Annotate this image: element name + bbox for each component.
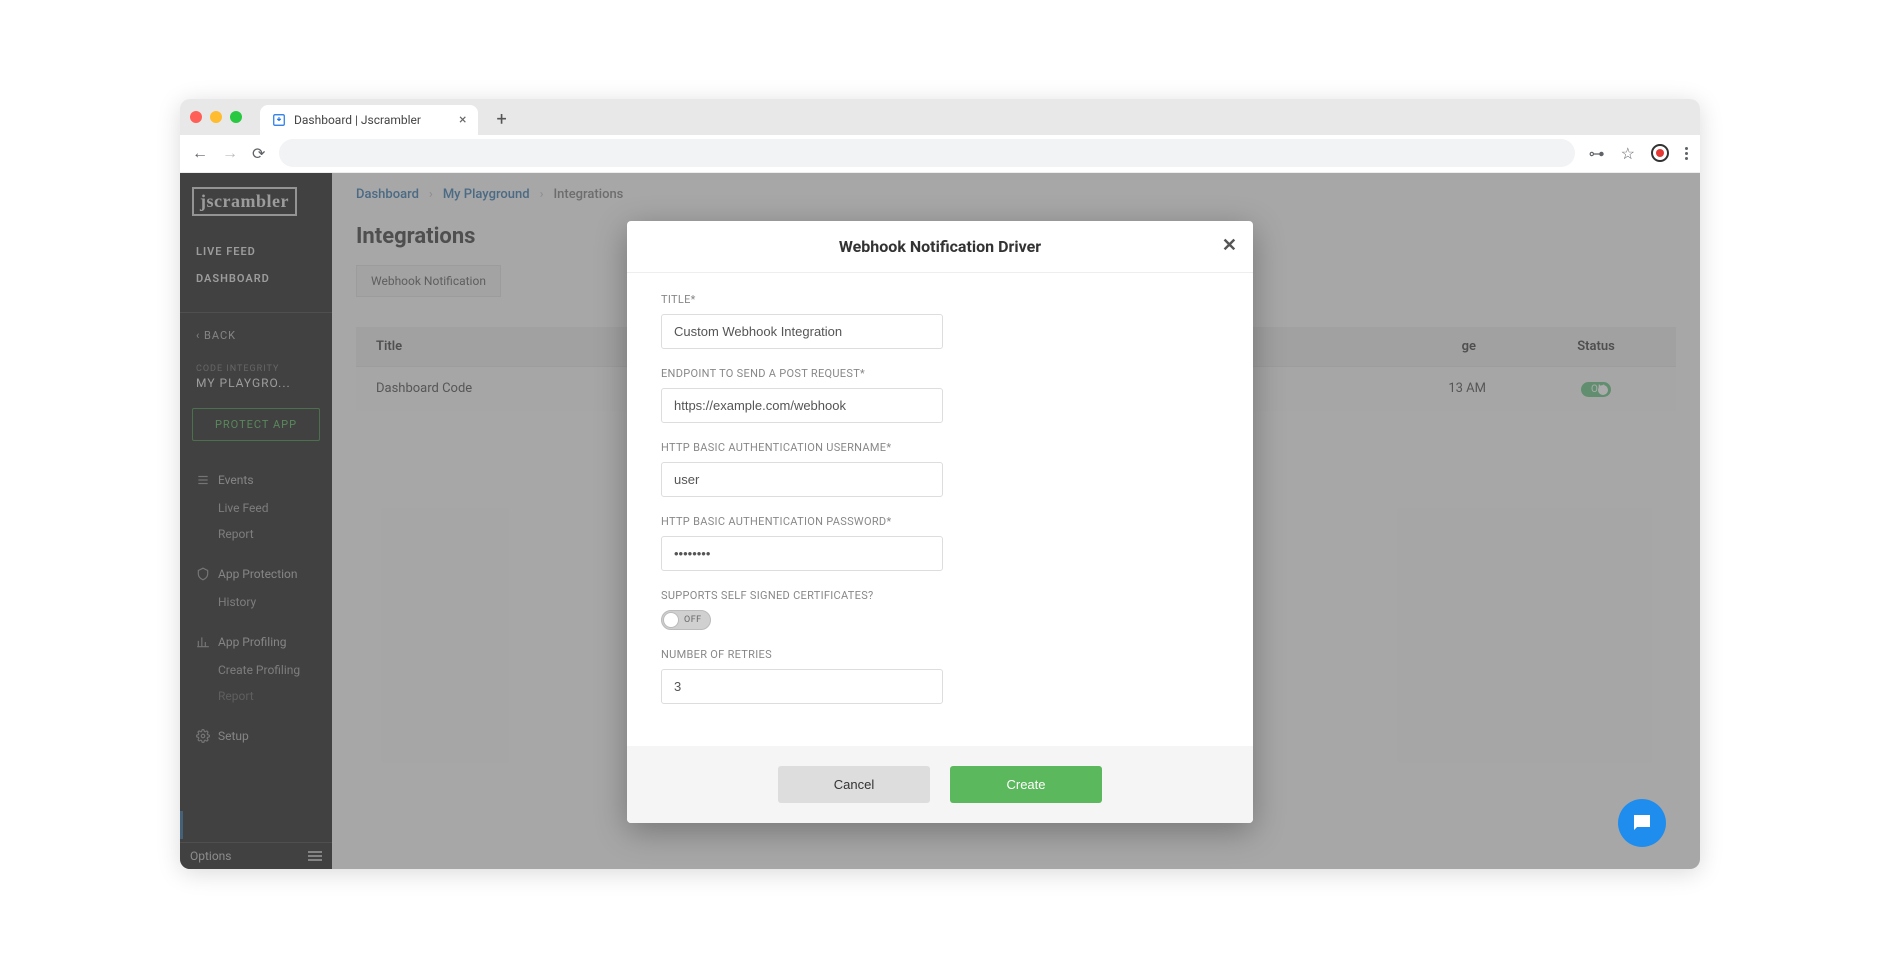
close-window-icon[interactable] bbox=[190, 111, 202, 123]
title-label: TITLE* bbox=[661, 293, 1219, 306]
close-icon[interactable]: ✕ bbox=[1222, 235, 1237, 256]
maximize-window-icon[interactable] bbox=[230, 111, 242, 123]
endpoint-label: ENDPOINT TO SEND A POST REQUEST* bbox=[661, 367, 1219, 380]
profile-avatar-icon[interactable] bbox=[1651, 144, 1669, 162]
browser-menu-icon[interactable] bbox=[1685, 147, 1688, 160]
webhook-modal: Webhook Notification Driver ✕ TITLE* END… bbox=[627, 221, 1253, 823]
modal-footer: Cancel Create bbox=[627, 746, 1253, 823]
minimize-window-icon[interactable] bbox=[210, 111, 222, 123]
create-button[interactable]: Create bbox=[950, 766, 1102, 803]
endpoint-input[interactable] bbox=[661, 388, 943, 423]
username-label: HTTP BASIC AUTHENTICATION USERNAME* bbox=[661, 441, 1219, 454]
retries-label: NUMBER OF RETRIES bbox=[661, 648, 1219, 661]
browser-tab-bar: Dashboard | Jscrambler × + bbox=[180, 99, 1700, 135]
app-viewport: jscrambler LIVE FEED DASHBOARD BACK CODE… bbox=[180, 173, 1700, 869]
browser-window: Dashboard | Jscrambler × + ← → ⟳ ⊶ ☆ jsc… bbox=[180, 99, 1700, 869]
username-input[interactable] bbox=[661, 462, 943, 497]
title-input[interactable] bbox=[661, 314, 943, 349]
back-icon[interactable]: ← bbox=[192, 143, 208, 163]
close-tab-icon[interactable]: × bbox=[459, 112, 466, 128]
password-input[interactable] bbox=[661, 536, 943, 571]
browser-tab[interactable]: Dashboard | Jscrambler × bbox=[260, 105, 478, 135]
tab-title: Dashboard | Jscrambler bbox=[294, 113, 421, 127]
forward-icon: → bbox=[222, 143, 238, 163]
selfsigned-toggle[interactable]: OFF bbox=[661, 610, 711, 630]
modal-header: Webhook Notification Driver ✕ bbox=[627, 221, 1253, 273]
reload-icon[interactable]: ⟳ bbox=[252, 144, 265, 163]
address-bar: ← → ⟳ ⊶ ☆ bbox=[180, 135, 1700, 173]
window-controls bbox=[190, 111, 242, 123]
chat-icon bbox=[1630, 811, 1654, 835]
password-label: HTTP BASIC AUTHENTICATION PASSWORD* bbox=[661, 515, 1219, 528]
toggle-knob bbox=[663, 612, 679, 628]
selfsigned-label: SUPPORTS SELF SIGNED CERTIFICATES? bbox=[661, 589, 1219, 602]
retries-input[interactable] bbox=[661, 669, 943, 704]
new-tab-button[interactable]: + bbox=[496, 109, 506, 130]
favicon-icon bbox=[272, 113, 286, 127]
star-icon[interactable]: ☆ bbox=[1621, 144, 1635, 163]
cancel-button[interactable]: Cancel bbox=[778, 766, 930, 803]
chat-widget-button[interactable] bbox=[1618, 799, 1666, 847]
modal-title: Webhook Notification Driver bbox=[839, 237, 1041, 256]
url-input[interactable] bbox=[279, 139, 1574, 167]
key-icon[interactable]: ⊶ bbox=[1589, 144, 1605, 163]
toggle-state: OFF bbox=[684, 615, 702, 625]
